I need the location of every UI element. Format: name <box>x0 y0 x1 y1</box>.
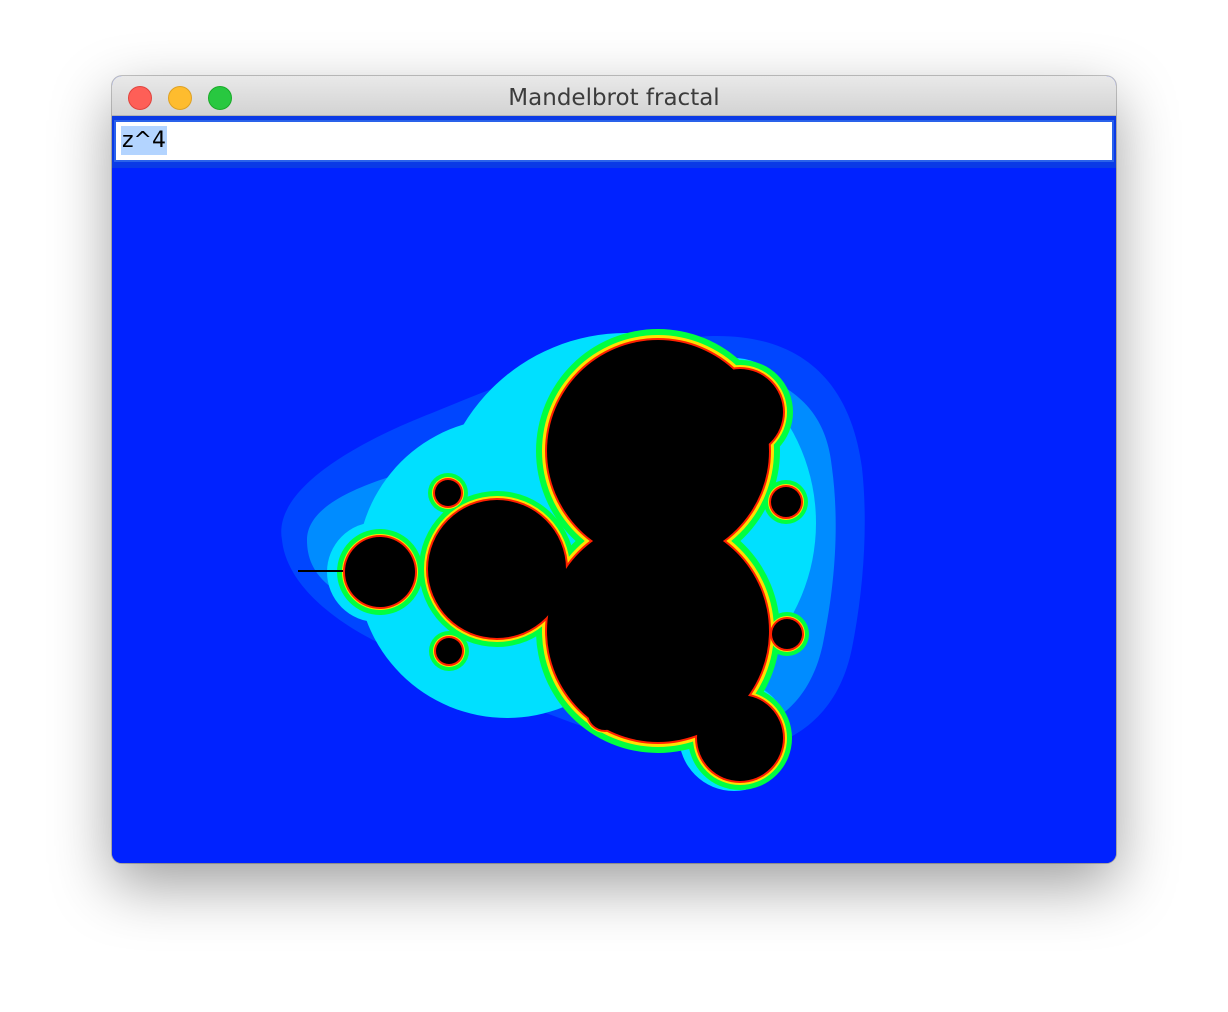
app-window: Mandelbrot fractal z^4 <box>112 76 1116 863</box>
selected-expression-text[interactable]: z^4 <box>121 126 167 155</box>
set-bud-upper-left <box>435 480 461 506</box>
set-bud-upper-mid <box>591 413 625 447</box>
set-bud-lower-right <box>697 695 783 781</box>
expression-field-container: z^4 <box>112 116 1116 168</box>
set-bud-left <box>345 537 415 607</box>
set-bud-lower-mid <box>588 696 622 730</box>
title-bar[interactable]: Mandelbrot fractal <box>112 76 1116 116</box>
window-title: Mandelbrot fractal <box>508 85 720 111</box>
set-bud-lower-left <box>436 638 462 664</box>
fractal-canvas[interactable] <box>112 168 1116 863</box>
set-bud-right-upper <box>771 487 801 517</box>
expression-input[interactable]: z^4 <box>114 120 1114 162</box>
set-bud-right-lower <box>772 619 802 649</box>
set-bud-upper-right <box>697 369 783 455</box>
set-antenna <box>298 570 343 572</box>
set-left-lobe <box>428 500 566 638</box>
fractal-image <box>112 168 1116 863</box>
